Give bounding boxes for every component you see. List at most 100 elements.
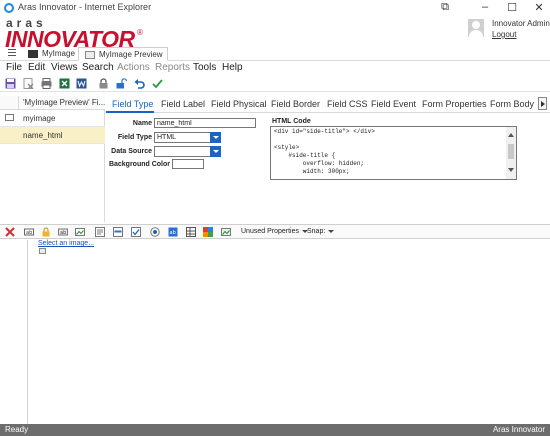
tab-form-body[interactable]: Form Body (490, 99, 534, 109)
snap-window-icon[interactable]: ⧉ (438, 1, 452, 14)
save-icon[interactable] (5, 78, 16, 89)
tab-field-label[interactable]: Field Label (161, 99, 205, 109)
column-separator (18, 96, 19, 110)
close-button[interactable]: ✕ (532, 1, 546, 14)
fields-list-header-label: 'MyImage Preview' Fi... (23, 98, 106, 107)
field-row-label: myimage (23, 114, 56, 123)
tabs-scroll-right-button[interactable] (538, 97, 547, 110)
palette-field-icon[interactable] (203, 227, 213, 237)
item-icon (28, 50, 38, 58)
data-source-select[interactable] (154, 146, 221, 157)
form-designer-canvas[interactable] (0, 240, 550, 424)
unlock-icon[interactable] (116, 78, 127, 89)
done-icon[interactable] (152, 78, 163, 89)
brand-header: aras INNOVATOR ® Innovator Admin Logout (0, 16, 550, 52)
fields-list-panel: 'MyImage Preview' Fi... myimage name_htm… (0, 96, 105, 222)
text-field-icon[interactable]: ab (24, 227, 34, 237)
excel-icon[interactable] (59, 78, 70, 89)
logout-link[interactable]: Logout (492, 30, 516, 39)
html-code-text[interactable]: <div id="side-title"> </div> <style> #si… (274, 128, 375, 176)
logo-registered-mark: ® (137, 28, 143, 37)
tab-form-properties[interactable]: Form Properties (422, 99, 487, 109)
user-avatar-icon (468, 19, 484, 37)
html-field-icon[interactable]: ab (168, 227, 178, 237)
name-input[interactable] (154, 118, 256, 128)
tab-strip: MyImage MyImage Preview (0, 46, 550, 61)
chevron-down-icon[interactable] (210, 132, 221, 143)
hamburger-menu-icon[interactable] (8, 49, 16, 57)
tab-field-type[interactable]: Field Type (112, 99, 153, 109)
image-field-icon[interactable] (75, 227, 85, 237)
browser-window: Aras Innovator - Internet Explorer ⧉ – ☐… (0, 0, 550, 436)
image-field-icon (5, 114, 14, 121)
status-app-name: Aras Innovator (492, 425, 545, 434)
tab-myimage[interactable]: MyImage (22, 47, 79, 61)
scroll-up-icon[interactable] (508, 133, 514, 137)
user-name: Innovator Admin (492, 19, 550, 28)
background-color-input[interactable] (172, 159, 204, 169)
lock-field-icon[interactable] (41, 227, 51, 237)
radio-field-icon[interactable] (150, 227, 160, 237)
field-row-myimage[interactable]: myimage (0, 110, 105, 127)
code-scrollbar[interactable] (506, 127, 516, 179)
chevron-down-icon[interactable] (210, 146, 221, 157)
list-field-icon[interactable] (113, 227, 123, 237)
name-label: Name (132, 120, 152, 127)
lock-icon[interactable] (98, 78, 109, 89)
html-code-editor[interactable]: <div id="side-title"> </div> <style> #si… (270, 126, 517, 180)
tab-field-physical[interactable]: Field Physical (211, 99, 267, 109)
tab-label: MyImage (42, 49, 75, 58)
status-text: Ready (5, 425, 29, 434)
menu-tools[interactable]: Tools (193, 62, 216, 73)
checkbox-field-icon[interactable] (131, 227, 141, 237)
tab-myimage-preview[interactable]: MyImage Preview (78, 47, 168, 61)
scroll-down-icon[interactable] (508, 168, 514, 172)
textarea-field-icon[interactable] (95, 227, 105, 237)
chevron-down-icon (328, 229, 335, 233)
internet-explorer-icon (4, 3, 14, 13)
menu-file[interactable]: File (6, 62, 22, 73)
unused-properties-dropdown[interactable]: Unused Properties (241, 228, 308, 235)
html-code-label: HTML Code (272, 118, 311, 125)
menu-views[interactable]: Views (51, 62, 78, 73)
field-type-label: Field Type (117, 134, 152, 141)
active-tab-underline (106, 111, 154, 113)
unused-properties-label: Unused Properties (241, 228, 299, 235)
status-bar: Ready Aras Innovator (0, 424, 550, 436)
form-icon (85, 51, 95, 59)
maximize-button[interactable]: ☐ (505, 1, 519, 14)
tab-field-css[interactable]: Field CSS (327, 99, 368, 109)
fields-list-header[interactable]: 'MyImage Preview' Fi... (0, 96, 105, 110)
scrollbar-thumb[interactable] (508, 144, 514, 159)
menu-reports[interactable]: Reports (155, 62, 190, 73)
image-placeholder-icon[interactable] (39, 248, 46, 254)
tab-field-event[interactable]: Field Event (371, 99, 416, 109)
field-type-select[interactable]: HTML (154, 132, 221, 143)
grid-field-icon[interactable] (186, 227, 196, 237)
delete-field-icon[interactable] (5, 227, 15, 237)
main-toolbar (0, 76, 550, 92)
menu-help[interactable]: Help (222, 62, 243, 73)
tab-label: MyImage Preview (99, 50, 163, 59)
picture-field-icon[interactable] (221, 227, 231, 237)
undo-icon[interactable] (134, 78, 145, 89)
label-field-icon[interactable]: ab (58, 227, 68, 237)
snap-label: Snap: (307, 228, 326, 235)
background-color-label: Background Color (108, 161, 170, 168)
word-icon[interactable] (76, 78, 87, 89)
property-tabs: Field Type Field Label Field Physical Fi… (106, 96, 550, 113)
menu-edit[interactable]: Edit (28, 62, 45, 73)
title-bar: Aras Innovator - Internet Explorer ⧉ – ☐… (0, 0, 550, 16)
minimize-button[interactable]: – (478, 1, 492, 13)
field-type-value: HTML (157, 134, 177, 141)
menu-bar: File Edit Views Search Actions Reports T… (0, 62, 550, 76)
menu-search[interactable]: Search (82, 62, 114, 73)
delete-icon[interactable] (23, 78, 34, 89)
select-image-link[interactable]: Select an image... (38, 240, 94, 247)
tab-field-border[interactable]: Field Border (271, 99, 320, 109)
field-row-name-html[interactable]: name_html (0, 127, 105, 144)
field-row-label: name_html (23, 131, 63, 140)
snap-dropdown[interactable]: Snap: (307, 228, 335, 235)
menu-actions[interactable]: Actions (117, 62, 150, 73)
print-icon[interactable] (41, 78, 52, 89)
